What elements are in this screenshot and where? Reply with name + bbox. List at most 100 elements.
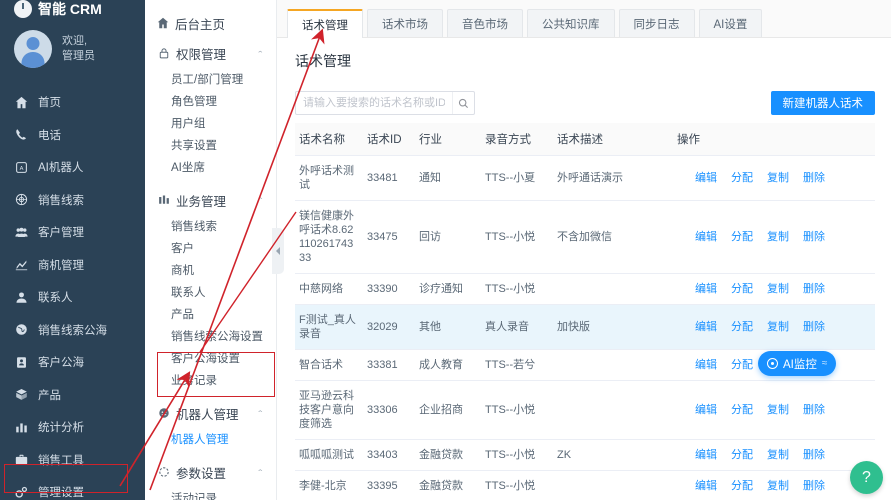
action-copy[interactable]: 复制 — [767, 320, 789, 334]
action-edit[interactable]: 编辑 — [695, 448, 717, 462]
action-assign[interactable]: 分配 — [731, 320, 753, 334]
sidebar-item-contacts[interactable]: 联系人 — [0, 281, 145, 314]
user-greeting: 欢迎, — [62, 35, 88, 47]
cell-id: 33475 — [363, 200, 415, 274]
ai-monitor-button[interactable]: AI监控 ≈ — [758, 351, 837, 376]
menu-item-staff-dept[interactable]: 员工/部门管理 — [145, 69, 276, 91]
table-row[interactable]: 镁信健康外呼话术8.6211026174333 33475 回访 TTS--小悦… — [295, 200, 875, 274]
table-body: 外呼话术测试 33481 通知 TTS--小夏 外呼通话演示 编辑 分配 复制 … — [295, 155, 875, 500]
search-input[interactable] — [296, 92, 452, 114]
sidebar-item-sales-tools[interactable]: 销售工具 — [0, 444, 145, 477]
user-profile[interactable]: 欢迎, 管理员 — [0, 18, 145, 84]
sidebar-item-sales-leads[interactable]: 销售线索 — [0, 184, 145, 217]
chevron-up-icon: ⌃ — [256, 409, 264, 417]
action-edit[interactable]: 编辑 — [695, 230, 717, 244]
sidebar-item-phone[interactable]: 电话 — [0, 119, 145, 152]
tab-public-knowledge-base[interactable]: 公共知识库 — [527, 9, 615, 37]
column-header-industry: 行业 — [415, 123, 481, 156]
chart-line-icon — [14, 258, 28, 272]
menu-item-business-record[interactable]: 业务记录 — [145, 370, 276, 392]
table-row[interactable]: 亚马逊云科技客户意向度筛选 33306 企业招商 TTS--小悦 编辑 分配 复… — [295, 380, 875, 440]
cell-id: 32029 — [363, 304, 415, 350]
tab-script-management[interactable]: 话术管理 — [287, 9, 363, 38]
menu-group-business[interactable]: 业务管理 ⌃ — [145, 185, 276, 215]
action-assign[interactable]: 分配 — [731, 282, 753, 296]
table-row[interactable]: 外呼话术测试 33481 通知 TTS--小夏 外呼通话演示 编辑 分配 复制 … — [295, 155, 875, 201]
action-copy[interactable]: 复制 — [767, 479, 789, 493]
menu-item-ai-seat[interactable]: AI坐席 — [145, 157, 276, 179]
action-copy[interactable]: 复制 — [767, 403, 789, 417]
action-delete[interactable]: 删除 — [803, 320, 825, 334]
cell-industry: 金融贷款 — [415, 439, 481, 471]
menu-item-customer[interactable]: 客户 — [145, 238, 276, 260]
column-header-id: 话术ID — [363, 123, 415, 156]
action-assign[interactable]: 分配 — [731, 230, 753, 244]
action-assign[interactable]: 分配 — [731, 171, 753, 185]
menu-item-sales-leads[interactable]: 销售线索 — [145, 216, 276, 238]
sidebar-item-backend-home[interactable]: 后台主页 — [145, 8, 276, 38]
action-copy[interactable]: 复制 — [767, 448, 789, 462]
help-button[interactable]: ? — [850, 461, 883, 494]
menu-group-robot[interactable]: 机器人管理 ⌃ — [145, 398, 276, 428]
sidebar-item-products[interactable]: 产品 — [0, 379, 145, 412]
menu-item-robot-management[interactable]: 机器人管理 — [145, 429, 276, 451]
sidebar-item-customer-management[interactable]: 客户管理 — [0, 216, 145, 249]
action-assign[interactable]: 分配 — [731, 358, 753, 372]
menu-sublist-business: 销售线索 客户 商机 联系人 产品 销售线索公海设置 客户公海设置 业务记录 — [145, 215, 276, 398]
action-edit[interactable]: 编辑 — [695, 282, 717, 296]
action-delete[interactable]: 删除 — [803, 403, 825, 417]
menu-item-role[interactable]: 角色管理 — [145, 91, 276, 113]
action-copy[interactable]: 复制 — [767, 282, 789, 296]
table-row[interactable]: 中慈网络 33390 诊疗通知 TTS--小悦 编辑 分配 复制 删除 — [295, 273, 875, 305]
sidebar-item-home[interactable]: 首页 — [0, 86, 145, 119]
gear-icon — [14, 485, 28, 499]
tab-script-market[interactable]: 话术市场 — [367, 9, 443, 37]
menu-item-lead-pool-settings[interactable]: 销售线索公海设置 — [145, 326, 276, 348]
menu-group-permissions[interactable]: 权限管理 ⌃ — [145, 38, 276, 68]
sidebar-collapse-handle[interactable] — [272, 228, 284, 274]
action-assign[interactable]: 分配 — [731, 448, 753, 462]
create-robot-script-button[interactable]: 新建机器人话术 — [770, 91, 875, 115]
users-icon — [14, 225, 28, 239]
tab-voice-market[interactable]: 音色市场 — [447, 9, 523, 37]
sidebar-item-management-settings[interactable]: 管理设置 — [0, 476, 145, 500]
action-edit[interactable]: 编辑 — [695, 403, 717, 417]
sidebar-item-sales-lead-pool[interactable]: 销售线索公海 — [0, 314, 145, 347]
globe-icon — [14, 193, 28, 207]
action-assign[interactable]: 分配 — [731, 403, 753, 417]
action-delete[interactable]: 删除 — [803, 171, 825, 185]
sidebar-item-customer-pool[interactable]: 客户公海 — [0, 346, 145, 379]
search-box[interactable] — [295, 91, 475, 115]
action-delete[interactable]: 删除 — [803, 479, 825, 493]
action-delete[interactable]: 删除 — [803, 230, 825, 244]
sidebar-item-opportunity-management[interactable]: 商机管理 — [0, 249, 145, 282]
tab-ai-settings[interactable]: AI设置 — [698, 9, 763, 37]
tab-sync-log[interactable]: 同步日志 — [618, 9, 695, 37]
menu-group-parameters[interactable]: 参数设置 ⌃ — [145, 457, 276, 487]
sidebar-item-ai-robot[interactable]: A AI机器人 — [0, 151, 145, 184]
action-copy[interactable]: 复制 — [767, 171, 789, 185]
table-row[interactable]: 呱呱呱测试 33403 金融贷款 TTS--小悦 ZK 编辑 分配 复制 删除 — [295, 439, 875, 471]
menu-item-customer-pool-settings[interactable]: 客户公海设置 — [145, 348, 276, 370]
action-copy[interactable]: 复制 — [767, 230, 789, 244]
table-row[interactable]: F测试_真人录音 32029 其他 真人录音 加快版 编辑 分配 复制 删除 — [295, 304, 875, 350]
menu-item-contact[interactable]: 联系人 — [145, 282, 276, 304]
action-delete[interactable]: 删除 — [803, 282, 825, 296]
sidebar-item-statistics[interactable]: 统计分析 — [0, 411, 145, 444]
action-delete[interactable]: 删除 — [803, 448, 825, 462]
table-row[interactable]: 李健-北京 33395 金融贷款 TTS--小悦 编辑 分配 复制 删除 — [295, 470, 875, 500]
cell-description — [553, 349, 673, 381]
action-edit[interactable]: 编辑 — [695, 479, 717, 493]
action-edit[interactable]: 编辑 — [695, 171, 717, 185]
action-edit[interactable]: 编辑 — [695, 320, 717, 334]
menu-item-product[interactable]: 产品 — [145, 304, 276, 326]
action-assign[interactable]: 分配 — [731, 479, 753, 493]
menu-item-opportunity[interactable]: 商机 — [145, 260, 276, 282]
menu-item-user-group[interactable]: 用户组 — [145, 113, 276, 135]
search-button[interactable] — [452, 92, 474, 114]
app-logo[interactable]: 智能 CRM — [0, 0, 145, 18]
action-edit[interactable]: 编辑 — [695, 358, 717, 372]
tab-bar: 话术管理 话术市场 音色市场 公共知识库 同步日志 AI设置 — [277, 0, 891, 38]
menu-item-share-settings[interactable]: 共享设置 — [145, 135, 276, 157]
menu-item-activity-record[interactable]: 活动记录 — [145, 488, 276, 500]
